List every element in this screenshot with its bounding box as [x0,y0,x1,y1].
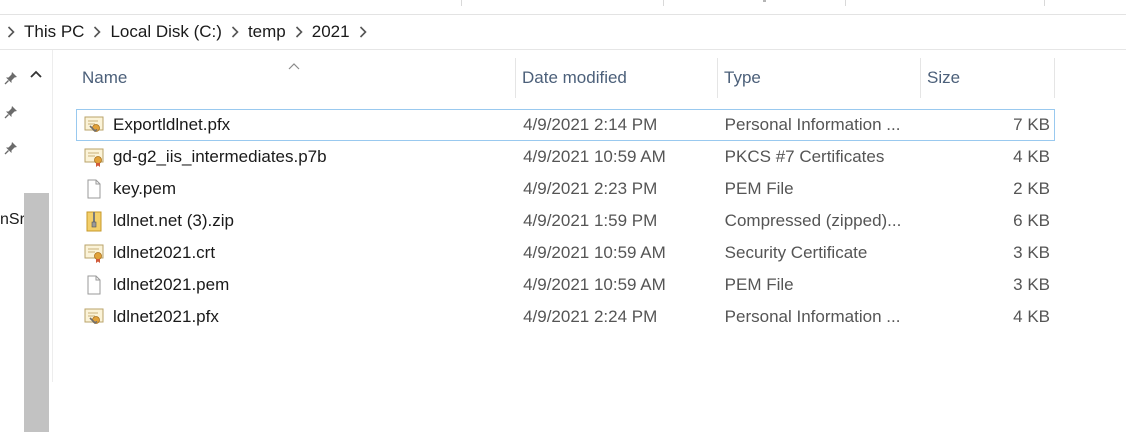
column-header-size[interactable]: Size [921,58,1055,98]
file-date-modified: 4/9/2021 1:59 PM [523,211,658,230]
breadcrumb-local-disk[interactable]: Local Disk (C:) [108,15,223,49]
pin-icon[interactable] [3,140,19,156]
file-name-cell[interactable]: Exportldlnet.pfx [77,114,516,136]
file-name[interactable]: ldlnet.net (3).zip [113,211,234,231]
file-name[interactable]: Exportldlnet.pfx [113,115,230,135]
file-size: 4 KB [1013,307,1050,326]
nav-scrollbar-thumb[interactable] [24,193,49,432]
file-name[interactable]: key.pem [113,179,176,199]
toolbar-remnant [0,0,1126,15]
file-row[interactable]: key.pem 4/9/2021 2:23 PM PEM File 2 KB [76,173,1055,205]
column-header-name[interactable]: Name [76,58,516,98]
chevron-right-icon[interactable] [224,15,246,49]
column-divider [1044,0,1045,6]
file-date-modified: 4/9/2021 10:59 AM [523,275,666,294]
address-bar[interactable]: This PC Local Disk (C:) temp 2021 [0,15,1126,50]
column-divider [663,0,664,6]
chevron-right-icon[interactable] [86,15,108,49]
file-type: Personal Information ... [724,307,901,326]
file-row[interactable]: Exportldlnet.pfx 4/9/2021 2:14 PM Personal… [76,109,1055,141]
file-size: 6 KB [1013,211,1050,230]
chevron-right-icon[interactable] [288,15,310,49]
blank-file-icon [83,178,105,200]
file-date-modified: 4/9/2021 2:23 PM [523,179,658,198]
pin-icon[interactable] [3,70,19,86]
file-size: 3 KB [1013,243,1050,262]
file-type: PKCS #7 Certificates [724,147,885,166]
file-name[interactable]: ldlnet2021.pem [113,275,229,295]
scroll-up-chevron-icon[interactable] [26,64,46,84]
file-name-cell[interactable]: key.pem [77,178,516,200]
certificate-key-icon [83,306,105,328]
certificate-icon [83,146,105,168]
file-type: Compressed (zipped)... [724,211,902,230]
file-type: Personal Information ... [724,115,901,134]
file-row[interactable]: ldlnet2021.pfx 4/9/2021 2:24 PM Personal I… [76,301,1055,333]
file-size: 4 KB [1013,147,1050,166]
column-header-type[interactable]: Type [718,58,921,98]
file-name-cell[interactable]: ldlnet.net (3).zip [77,210,516,232]
file-name-cell[interactable]: ldlnet2021.crt [77,242,516,264]
nav-item-label[interactable]: nSr [0,211,24,229]
file-row[interactable]: ldlnet2021.crt 4/9/2021 10:59 AM Security … [76,237,1055,269]
file-row[interactable]: ldlnet.net (3).zip 4/9/2021 1:59 PM Compre… [76,205,1055,237]
certificate-key-icon [83,114,105,136]
file-name-cell[interactable]: ldlnet2021.pfx [77,306,516,328]
breadcrumb-root-chevron-icon[interactable] [0,15,22,49]
file-list-view: Name Date modified Type Size Exportldlne… [52,50,1126,382]
file-date-modified: 4/9/2021 10:59 AM [523,243,666,262]
pin-icon[interactable] [3,104,19,120]
file-date-modified: 4/9/2021 2:24 PM [523,307,658,326]
column-header-row: Name Date modified Type Size [76,58,1055,98]
zip-folder-icon [83,210,105,232]
column-divider [845,0,846,6]
column-header-date-modified[interactable]: Date modified [516,58,718,98]
file-row[interactable]: ldlnet2021.pem 4/9/2021 10:59 AM PEM File 3… [76,269,1055,301]
file-size: 2 KB [1013,179,1050,198]
divider-mark [763,0,766,2]
file-type: PEM File [724,275,794,294]
breadcrumb-2021[interactable]: 2021 [310,15,352,49]
column-divider [461,0,462,6]
file-date-modified: 4/9/2021 10:59 AM [523,147,666,166]
file-name[interactable]: ldlnet2021.crt [113,243,215,263]
file-date-modified: 4/9/2021 2:14 PM [523,115,658,134]
file-name-cell[interactable]: ldlnet2021.pem [77,274,516,296]
chevron-right-icon[interactable] [352,15,374,49]
file-name[interactable]: gd-g2_iis_intermediates.p7b [113,147,327,167]
file-type: Security Certificate [724,243,868,262]
navigation-pane: nSr [0,50,53,432]
certificate-icon [83,242,105,264]
file-type: PEM File [724,179,794,198]
file-row[interactable]: gd-g2_iis_intermediates.p7b 4/9/2021 10:5… [76,141,1055,173]
file-name[interactable]: ldlnet2021.pfx [113,307,219,327]
blank-file-icon [83,274,105,296]
file-size: 3 KB [1013,275,1050,294]
breadcrumb-this-pc[interactable]: This PC [22,15,86,49]
file-name-cell[interactable]: gd-g2_iis_intermediates.p7b [77,146,516,168]
file-list: Exportldlnet.pfx 4/9/2021 2:14 PM Personal… [76,109,1055,333]
file-size: 7 KB [1013,115,1050,134]
breadcrumb-temp[interactable]: temp [246,15,288,49]
